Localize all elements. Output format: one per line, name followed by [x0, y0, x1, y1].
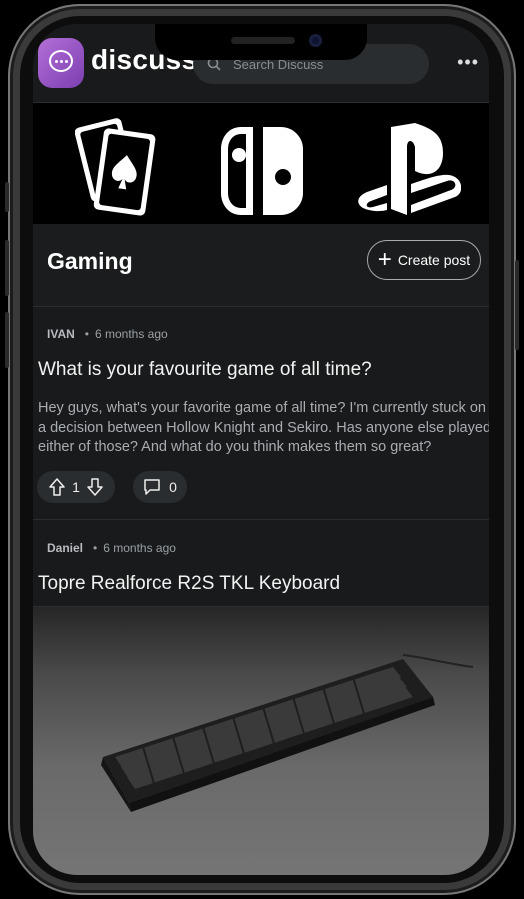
vote-count: 1 [72, 479, 80, 495]
app-screen: discuss ••• [33, 24, 489, 875]
vote-control: 1 [37, 471, 115, 503]
community-header: Gaming + Create post [33, 224, 489, 307]
mute-switch [5, 182, 9, 212]
post-author[interactable]: Daniel [47, 541, 83, 555]
volume-up-button [5, 240, 9, 296]
post-meta: IVAN • 6 months ago [47, 327, 168, 341]
post-time: 6 months ago [94, 327, 168, 341]
nintendo-switch-icon [221, 127, 303, 215]
post-title[interactable]: Topre Realforce R2S TKL Keyboard [38, 573, 340, 595]
community-title: Gaming [47, 248, 133, 274]
keyboard-photo[interactable] [33, 607, 489, 875]
community-banner [33, 103, 489, 224]
speaker [231, 37, 295, 44]
front-camera [309, 34, 322, 47]
more-options-icon[interactable]: ••• [457, 52, 479, 73]
create-post-button[interactable]: + Create post [367, 240, 481, 280]
post-card[interactable]: Daniel • 6 months ago Topre Realforce R2S … [33, 521, 489, 607]
comment-count: 0 [169, 479, 177, 495]
post-title[interactable]: What is your favourite game of all time? [38, 359, 372, 381]
logo-icon[interactable] [38, 38, 84, 88]
playstation-icon [358, 123, 461, 215]
comment-icon [144, 479, 160, 495]
post-card[interactable]: IVAN • 6 months ago What is your favourite… [33, 307, 489, 520]
keyboard-image [101, 654, 474, 812]
downvote-icon[interactable] [87, 478, 104, 496]
post-time: 6 months ago [103, 541, 176, 555]
plus-icon: + [377, 246, 392, 273]
post-body: Hey guys, what's your favorite game of a… [38, 400, 489, 455]
playing-cards-icon [75, 118, 156, 216]
comments-button[interactable]: 0 [133, 471, 187, 503]
post-author[interactable]: IVAN [47, 327, 75, 341]
power-button [515, 260, 519, 350]
upvote-icon[interactable] [48, 478, 65, 496]
create-post-label: Create post [397, 252, 471, 268]
volume-down-button [5, 312, 9, 368]
post-meta: Daniel • 6 months ago [47, 541, 176, 555]
notch [155, 24, 367, 60]
